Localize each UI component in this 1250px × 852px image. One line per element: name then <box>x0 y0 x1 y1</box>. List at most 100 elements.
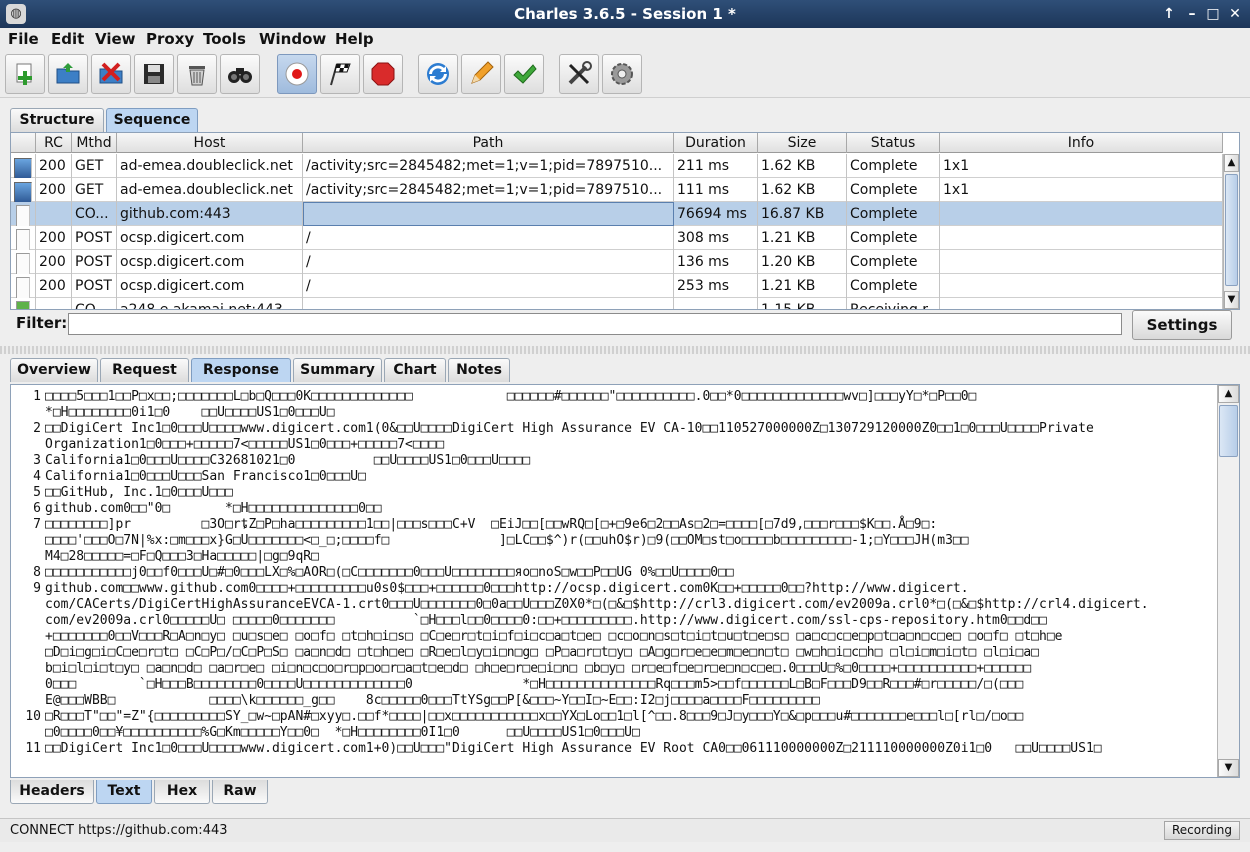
menu-help[interactable]: Help <box>335 30 374 48</box>
response-text[interactable]: 1 □□□□5□□□1□□P□x□□;□□□□□□□L□b□Q□□□0K□□□□□… <box>11 389 1215 757</box>
col-rc-header[interactable]: RC <box>36 133 72 153</box>
repeat-icon <box>427 63 449 85</box>
duration-cell: 136 ms <box>674 250 758 274</box>
table-row[interactable]: 200 POST ocsp.digicert.com / 253 ms 1.21… <box>11 274 1223 298</box>
host-cell: a248.e.akamai.net:443 <box>117 298 303 309</box>
tab-request[interactable]: Request <box>100 358 189 382</box>
new-session-button[interactable] <box>5 54 45 94</box>
breakpoints-button[interactable] <box>363 54 403 94</box>
table-row[interactable]: 200 POST ocsp.digicert.com / 136 ms 1.20… <box>11 250 1223 274</box>
col-path-header[interactable]: Path <box>303 133 674 153</box>
filter-input[interactable] <box>68 313 1122 335</box>
tools-button[interactable] <box>559 54 599 94</box>
scroll-up-arrow-icon[interactable]: ▲ <box>1224 154 1239 172</box>
filter-label: Filter: <box>16 314 68 332</box>
close-session-button[interactable] <box>91 54 131 94</box>
close-window-button[interactable]: ✕ <box>1226 5 1244 23</box>
response-line: 1 □□□□5□□□1□□P□x□□;□□□□□□□L□b□Q□□□0K□□□□□… <box>11 389 1215 421</box>
duration-cell: 308 ms <box>674 226 758 250</box>
response-scrollbar[interactable]: ▲ ▼ <box>1217 385 1239 777</box>
table-row[interactable]: CO... a248.e.akamai.net:443 1.15 KB Rece… <box>11 298 1223 309</box>
record-button[interactable] <box>277 54 317 94</box>
window-title: Charles 3.6.5 - Session 1 * <box>514 5 736 23</box>
tab-headers[interactable]: Headers <box>10 780 94 804</box>
image-request-icon <box>14 182 32 202</box>
tab-chart[interactable]: Chart <box>384 358 446 382</box>
size-cell: 1.21 KB <box>758 274 847 298</box>
table-row[interactable]: 200 GET ad-emea.doubleclick.net /activit… <box>11 154 1223 178</box>
table-row[interactable]: 200 POST ocsp.digicert.com / 308 ms 1.21… <box>11 226 1223 250</box>
save-session-button[interactable] <box>134 54 174 94</box>
line-number: 1 <box>33 389 41 404</box>
rc-cell: 200 <box>36 178 72 202</box>
settings-button[interactable]: Settings <box>1132 310 1232 340</box>
tab-text[interactable]: Text <box>96 780 152 804</box>
settings-gear-icon <box>611 63 633 85</box>
open-session-icon <box>56 63 80 84</box>
col-icon-header[interactable] <box>11 133 36 153</box>
detail-pane: Overview Request Response Summary Chart … <box>6 356 1244 808</box>
scroll-up-arrow-icon[interactable]: ▲ <box>1218 385 1239 403</box>
edit-button[interactable] <box>461 54 501 94</box>
settings-gear-button[interactable] <box>602 54 642 94</box>
pane-splitter[interactable] <box>0 346 1250 354</box>
line-text: California1□0□□□U□□□San Francisco1□0□□□U… <box>45 469 366 484</box>
col-duration-header[interactable]: Duration <box>674 133 758 153</box>
menu-file[interactable]: File <box>8 30 39 48</box>
col-size-header[interactable]: Size <box>758 133 847 153</box>
response-line: 11 □□DigiCert Inc1□0□□□U□□□□www.digicert.… <box>11 741 1215 757</box>
col-info-header[interactable]: Info <box>940 133 1223 153</box>
clear-session-button[interactable] <box>177 54 217 94</box>
table-row[interactable]: 200 GET ad-emea.doubleclick.net /activit… <box>11 178 1223 202</box>
tab-notes[interactable]: Notes <box>448 358 510 382</box>
line-number: 4 <box>33 469 41 484</box>
scroll-down-arrow-icon[interactable]: ▼ <box>1218 759 1239 777</box>
validate-button[interactable] <box>504 54 544 94</box>
response-scroll-thumb[interactable] <box>1219 405 1238 457</box>
line-text: □□DigiCert Inc1□0□□□U□□□□www.digicert.co… <box>45 741 1102 756</box>
table-scrollbar[interactable]: ▲ ▼ <box>1223 154 1239 309</box>
method-cell: POST <box>72 250 117 274</box>
find-button[interactable] <box>220 54 260 94</box>
table-scroll-thumb[interactable] <box>1225 174 1238 286</box>
path-cell: / <box>303 250 674 274</box>
menu-window[interactable]: Window <box>259 30 326 48</box>
keep-above-button[interactable]: ↑ <box>1160 5 1178 23</box>
tab-hex[interactable]: Hex <box>154 780 210 804</box>
tab-structure[interactable]: Structure <box>10 108 104 132</box>
duration-cell: 211 ms <box>674 154 758 178</box>
method-cell: CO... <box>72 202 117 226</box>
tab-sequence[interactable]: Sequence <box>106 108 198 132</box>
scroll-down-arrow-icon[interactable]: ▼ <box>1224 291 1239 309</box>
method-cell: POST <box>72 274 117 298</box>
info-cell: 1x1 <box>940 154 1223 178</box>
menu-view[interactable]: View <box>95 30 136 48</box>
col-host-header[interactable]: Host <box>117 133 303 153</box>
maximize-button[interactable]: □ <box>1204 5 1222 23</box>
tab-response[interactable]: Response <box>191 358 291 382</box>
recording-indicator[interactable]: Recording <box>1164 821 1240 840</box>
repeat-button[interactable] <box>418 54 458 94</box>
line-number: 5 <box>33 485 41 500</box>
menu-edit[interactable]: Edit <box>51 30 84 48</box>
tab-raw[interactable]: Raw <box>212 780 268 804</box>
rc-cell: 200 <box>36 250 72 274</box>
menu-proxy[interactable]: Proxy <box>146 30 194 48</box>
tab-overview[interactable]: Overview <box>10 358 98 382</box>
col-status-header[interactable]: Status <box>847 133 940 153</box>
info-cell <box>940 298 1223 309</box>
line-text: □□□□□□□□]pr □3O□rȶZ□P□ha□□□□□□□□□1□□|□□□… <box>45 517 969 564</box>
line-number: 9 <box>33 581 41 596</box>
menu-tools[interactable]: Tools <box>203 30 246 48</box>
image-request-icon <box>14 158 32 178</box>
response-body-panel[interactable]: 1 □□□□5□□□1□□P□x□□;□□□□□□□L□b□Q□□□0K□□□□□… <box>10 384 1240 778</box>
edit-icon <box>471 61 494 84</box>
throttle-button[interactable] <box>320 54 360 94</box>
path-cell <box>303 298 674 309</box>
col-method-header[interactable]: Mthd <box>72 133 117 153</box>
table-row-selected[interactable]: CO... github.com:443 76694 ms 16.87 KB C… <box>11 202 1223 226</box>
line-number: 8 <box>33 565 41 580</box>
tab-summary[interactable]: Summary <box>293 358 382 382</box>
minimize-button[interactable]: – <box>1183 5 1201 23</box>
open-session-button[interactable] <box>48 54 88 94</box>
